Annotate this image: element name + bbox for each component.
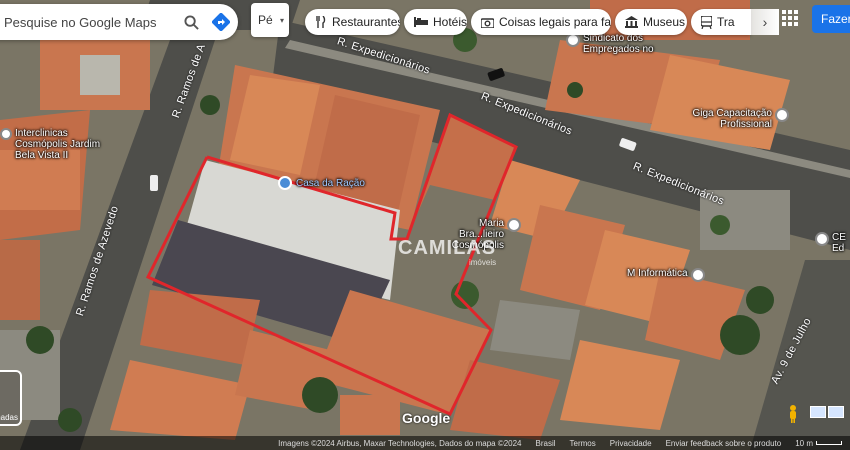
category-pill-restaurants[interactable]: Restaurantes xyxy=(305,9,400,35)
search-icon[interactable] xyxy=(178,14,204,30)
sign-in-button[interactable]: Fazer xyxy=(812,5,850,33)
attribution-bar: Imagens ©2024 Airbus, Maxar Technologies… xyxy=(0,436,850,450)
pin-icon xyxy=(0,128,12,140)
search-box[interactable]: Pesquise no Google Maps xyxy=(0,4,238,40)
museum-icon xyxy=(625,16,638,28)
watermark-brand: CAMILAS xyxy=(398,237,497,259)
category-label: Restaurantes xyxy=(332,15,400,29)
pegman-icon[interactable] xyxy=(788,405,798,423)
shop-icon xyxy=(278,176,292,190)
chevron-down-icon: ▾ xyxy=(280,15,285,25)
view-toggle[interactable]: Pé ▾ xyxy=(251,3,289,37)
school-icon xyxy=(815,232,829,246)
camera-icon xyxy=(481,17,494,28)
terms-link[interactable]: Termos xyxy=(570,439,596,448)
directions-icon[interactable] xyxy=(204,13,238,31)
pin-icon xyxy=(690,268,705,282)
category-pill-museums[interactable]: Museus xyxy=(615,9,687,35)
place-marker[interactable]: CE Ed xyxy=(815,232,850,254)
chevron-right-icon[interactable]: › xyxy=(751,9,779,35)
category-label: Coisas legais para fa... xyxy=(499,15,611,29)
country-link[interactable]: Brasil xyxy=(536,439,556,448)
pin-icon xyxy=(775,108,789,122)
satellite-map[interactable]: R. Expedicionários R. Expedicionários R.… xyxy=(0,0,850,450)
place-marker[interactable]: M Informática xyxy=(627,268,705,282)
apps-grid-icon[interactable] xyxy=(782,10,798,26)
category-pill-transit[interactable]: Tra xyxy=(691,9,751,35)
imagery-thumbnail-button[interactable] xyxy=(810,406,850,426)
place-marker[interactable]: Giga Capacitação Profissional xyxy=(690,108,789,130)
category-label: Museus xyxy=(643,15,686,29)
watermark-logo: CAMILAS imóveis xyxy=(398,237,496,267)
imagery-attribution: Imagens ©2024 Airbus, Maxar Technologies… xyxy=(278,438,522,448)
google-logo: Google xyxy=(402,410,451,426)
place-marker[interactable]: Casa da Ração xyxy=(278,176,365,190)
category-pill-hotels[interactable]: Hotéis xyxy=(404,9,467,35)
bed-icon xyxy=(414,17,428,27)
view-toggle-label: Pé xyxy=(258,13,273,27)
place-marker[interactable]: Sindicato dos Empregados no xyxy=(566,33,678,55)
layers-button[interactable]: Camadas xyxy=(0,370,22,426)
transit-icon xyxy=(701,15,712,29)
fork-knife-icon xyxy=(316,16,326,28)
category-pill-things-to-do[interactable]: Coisas legais para fa... xyxy=(471,9,611,35)
pin-icon xyxy=(566,33,580,47)
scale-bar: 10 m xyxy=(795,439,842,448)
feedback-link[interactable]: Enviar feedback sobre o produto xyxy=(666,439,782,448)
category-label: Tra xyxy=(717,15,735,29)
search-input[interactable]: Pesquise no Google Maps xyxy=(4,15,178,30)
privacy-link[interactable]: Privacidade xyxy=(610,439,652,448)
pin-icon xyxy=(507,218,521,232)
scale-label: 10 m xyxy=(795,438,813,448)
category-label: Hotéis xyxy=(433,15,467,29)
place-marker[interactable]: Interclinicas Cosmópolis Jardim Bela Vis… xyxy=(0,128,115,161)
layers-label: Camadas xyxy=(0,413,18,422)
